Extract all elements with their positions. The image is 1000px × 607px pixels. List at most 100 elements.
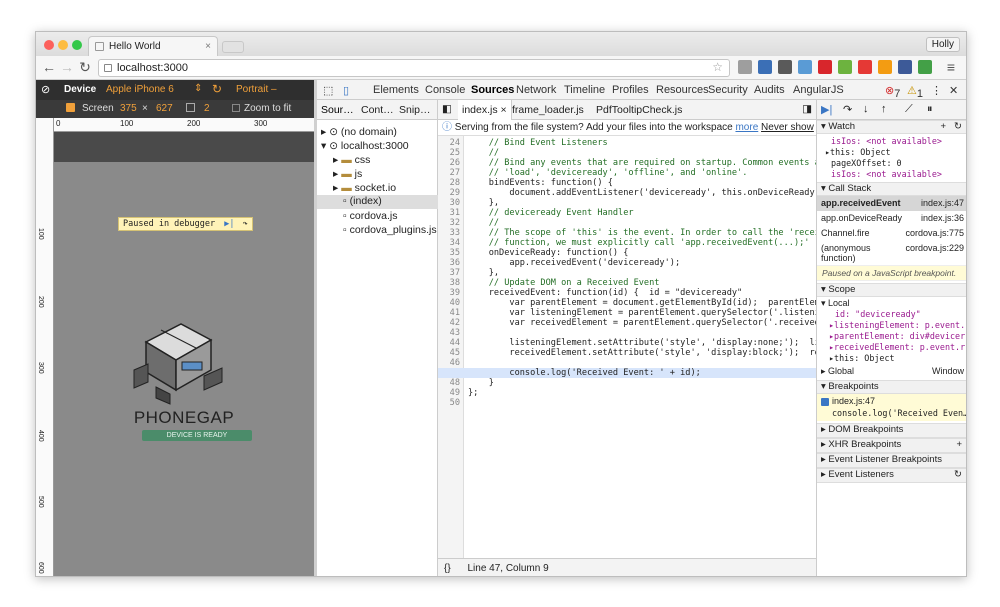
tab-resources[interactable]: Resources <box>656 84 709 96</box>
line-number[interactable]: 48 <box>438 378 464 388</box>
step-over-icon[interactable]: ↷ <box>843 103 852 116</box>
back-icon[interactable]: ← <box>42 59 56 75</box>
bookmark-star-icon[interactable]: ☆ <box>712 60 723 74</box>
extension-icon[interactable] <box>758 60 772 74</box>
breakpoint-checkbox[interactable] <box>821 398 829 406</box>
resume-icon[interactable]: ▶| <box>821 103 832 116</box>
deactivate-breakpoints-icon[interactable]: ⟋ <box>905 103 913 116</box>
page-info-icon[interactable] <box>104 64 112 72</box>
code-line[interactable]: app.receivedEvent('deviceready'); <box>468 258 680 268</box>
orientation-select[interactable]: Portrait – <box>236 84 277 95</box>
inspect-icon[interactable]: ⬚ <box>323 84 333 97</box>
extension-icon[interactable] <box>858 60 872 74</box>
scope-variable[interactable]: id: "deviceready" <box>835 309 921 319</box>
line-number[interactable]: 27 <box>438 168 464 178</box>
line-number[interactable]: 42 <box>438 318 464 328</box>
code-line[interactable]: bindEvents: function() { <box>468 178 613 188</box>
scope-variable[interactable]: ▸receivedElement: p.event.r <box>829 342 965 352</box>
code-line[interactable]: // The scope of 'this' is the event. In … <box>468 228 816 238</box>
watch-item[interactable]: ▸this: Object <box>825 147 891 157</box>
extension-icon[interactable] <box>738 60 752 74</box>
add-watch-icon[interactable]: + <box>940 121 946 133</box>
extension-icon[interactable] <box>818 60 832 74</box>
tab-sources[interactable]: Sources <box>471 84 514 96</box>
forward-icon[interactable]: → <box>60 59 74 75</box>
extension-icon[interactable] <box>898 60 912 74</box>
line-number[interactable]: 31 <box>438 208 464 218</box>
device-mode-icon[interactable]: ▯ <box>343 84 349 97</box>
tree-item[interactable]: ▸ ▬ css <box>333 154 370 166</box>
code-line[interactable]: }, <box>468 198 499 208</box>
scope-variable[interactable]: ▸this: Object <box>829 353 895 363</box>
code-line[interactable]: // 'load', 'deviceready', 'offline', and… <box>468 168 748 178</box>
line-number[interactable]: 44 <box>438 338 464 348</box>
code-line[interactable]: // deviceready Event Handler <box>468 208 634 218</box>
refresh-watch-icon[interactable]: ↻ <box>954 121 962 133</box>
scope-variable[interactable]: ▸parentElement: div#devicer <box>829 331 965 341</box>
code-line[interactable]: // <box>468 148 499 158</box>
line-number[interactable]: 34 <box>438 238 464 248</box>
line-number[interactable]: 50 <box>438 398 464 408</box>
error-count[interactable]: ⊗ 7 <box>885 84 900 100</box>
code-line[interactable]: document.addEventListener('deviceready',… <box>468 188 816 198</box>
code-line[interactable]: }; <box>468 388 478 398</box>
tree-item[interactable]: ▸ ⊙ (no domain) <box>321 126 397 138</box>
call-stack-header[interactable]: ▾ Call Stack <box>817 182 966 196</box>
warning-count[interactable]: ⚠ 1 <box>907 84 923 100</box>
line-number[interactable]: 35 <box>438 248 464 258</box>
code-line[interactable]: // function, we must explicitly call 'ap… <box>468 238 810 248</box>
line-gutter[interactable]: 24 25 26 27 28 29 30 31 32 33 34 35 36 37 38 39 40 41 42 43… <box>438 136 464 560</box>
code-line[interactable]: onDeviceReady: function() { <box>468 248 629 258</box>
extension-icon[interactable] <box>918 60 932 74</box>
code-line[interactable]: var parentElement = document.getElementB… <box>468 298 816 308</box>
device-pixel-ratio[interactable]: 2 <box>204 103 210 114</box>
extension-icon[interactable] <box>778 60 792 74</box>
scope-local[interactable]: ▾ Local <box>821 298 850 309</box>
line-number[interactable]: 30 <box>438 198 464 208</box>
line-number[interactable]: 24 <box>438 138 464 148</box>
line-number[interactable]: 41 <box>438 308 464 318</box>
step-into-icon[interactable]: ↓ <box>863 103 869 115</box>
tab-audits[interactable]: Audits <box>754 84 785 96</box>
scope-global[interactable]: ▸ Global <box>821 366 854 377</box>
toggle-navigator-icon[interactable]: ◧ <box>442 103 452 115</box>
editor-tab-index[interactable]: index.js × <box>458 100 512 120</box>
line-number[interactable]: 37 <box>438 268 464 278</box>
step-out-icon[interactable]: ↑ <box>881 103 887 115</box>
code-area[interactable]: 24 25 26 27 28 29 30 31 32 33 34 35 36 37 38 39 40 41 42 43… <box>438 136 816 560</box>
code-line[interactable]: // <box>468 218 499 228</box>
line-number[interactable]: 25 <box>438 148 464 158</box>
close-devtools-icon[interactable]: ✕ <box>949 84 958 97</box>
url-field[interactable]: localhost:3000 ☆ <box>98 59 730 77</box>
minimize-window-button[interactable] <box>58 40 68 50</box>
line-number[interactable]: 46 <box>438 358 464 368</box>
zoom-window-button[interactable] <box>72 40 82 50</box>
pause-exceptions-icon[interactable]: ⏸ <box>927 103 933 116</box>
event-listener-breakpoints-header[interactable]: ▸ Event Listener Breakpoints <box>817 453 966 468</box>
screen-width[interactable]: 375 <box>120 103 137 114</box>
tab-content-scripts[interactable]: Cont… <box>361 104 394 116</box>
extension-icon[interactable] <box>798 60 812 74</box>
reload-icon[interactable]: ↻ <box>78 59 92 76</box>
code-line[interactable]: console.log('Received Event: ' + id); <box>468 368 700 378</box>
code-line[interactable]: var receivedElement = parentElement.quer… <box>468 318 816 328</box>
call-frame[interactable]: (anonymous function) cordova.js:229 <box>817 241 966 263</box>
call-frame[interactable]: Channel.fire cordova.js:775 <box>817 226 966 241</box>
rotate-icon[interactable]: ↻ <box>212 82 222 96</box>
line-number[interactable]: 28 <box>438 178 464 188</box>
new-tab-button[interactable] <box>222 41 244 53</box>
tab-console[interactable]: Console <box>425 84 465 96</box>
tab-snippets[interactable]: Snip… <box>399 104 431 116</box>
line-number[interactable]: 29 <box>438 188 464 198</box>
screen-height[interactable]: 627 <box>156 103 173 114</box>
dom-breakpoints-header[interactable]: ▸ DOM Breakpoints <box>817 423 966 438</box>
line-number[interactable]: 40 <box>438 298 464 308</box>
no-entry-icon[interactable]: ⊘ <box>41 83 50 96</box>
tree-item[interactable]: ▸ ▬ js <box>333 168 362 180</box>
tree-item[interactable]: ▫ cordova_plugins.js <box>343 224 437 236</box>
tab-timeline[interactable]: Timeline <box>564 84 605 96</box>
resume-icon[interactable]: ▶| <box>224 219 234 229</box>
line-number[interactable]: 45 <box>438 348 464 358</box>
line-number[interactable]: 36 <box>438 258 464 268</box>
close-tab-icon[interactable]: × <box>205 37 211 56</box>
